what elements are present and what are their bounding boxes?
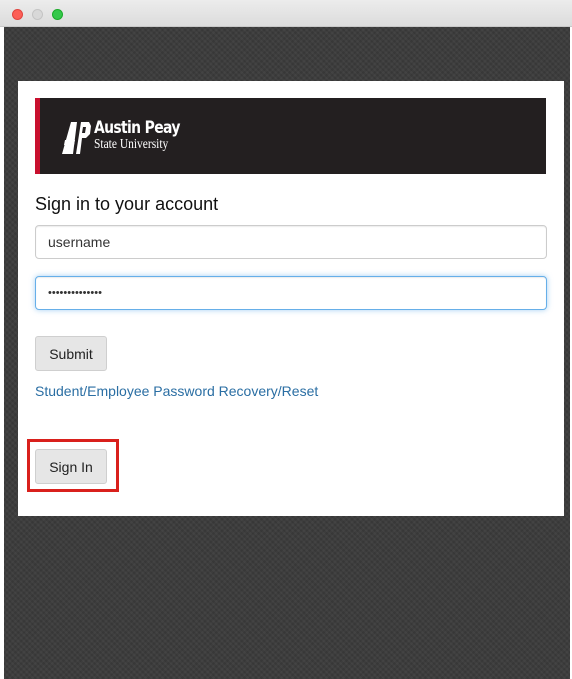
password-recovery-link[interactable]: Student/Employee Password Recovery/Reset (35, 383, 318, 399)
minimize-window-button[interactable] (32, 9, 43, 20)
close-window-button[interactable] (12, 9, 23, 20)
password-input[interactable] (35, 276, 547, 310)
signin-heading: Sign in to your account (35, 194, 219, 214)
sign-in-highlight-box (27, 439, 119, 492)
logo-line-2: State University (94, 137, 169, 152)
maximize-window-button[interactable] (52, 9, 63, 20)
logo-wordmark: Austin Peay State University (94, 120, 199, 152)
username-input[interactable] (35, 225, 547, 259)
logo-line-1: Austin Peay (94, 118, 180, 138)
university-banner: Austin Peay State University (35, 98, 546, 174)
ap-logo-icon (62, 122, 91, 154)
browser-window: Austin Peay State University Sign in to … (0, 0, 572, 679)
title-bar (0, 0, 572, 27)
university-logo: Austin Peay State University (62, 115, 199, 157)
submit-button[interactable]: Submit (35, 336, 107, 371)
